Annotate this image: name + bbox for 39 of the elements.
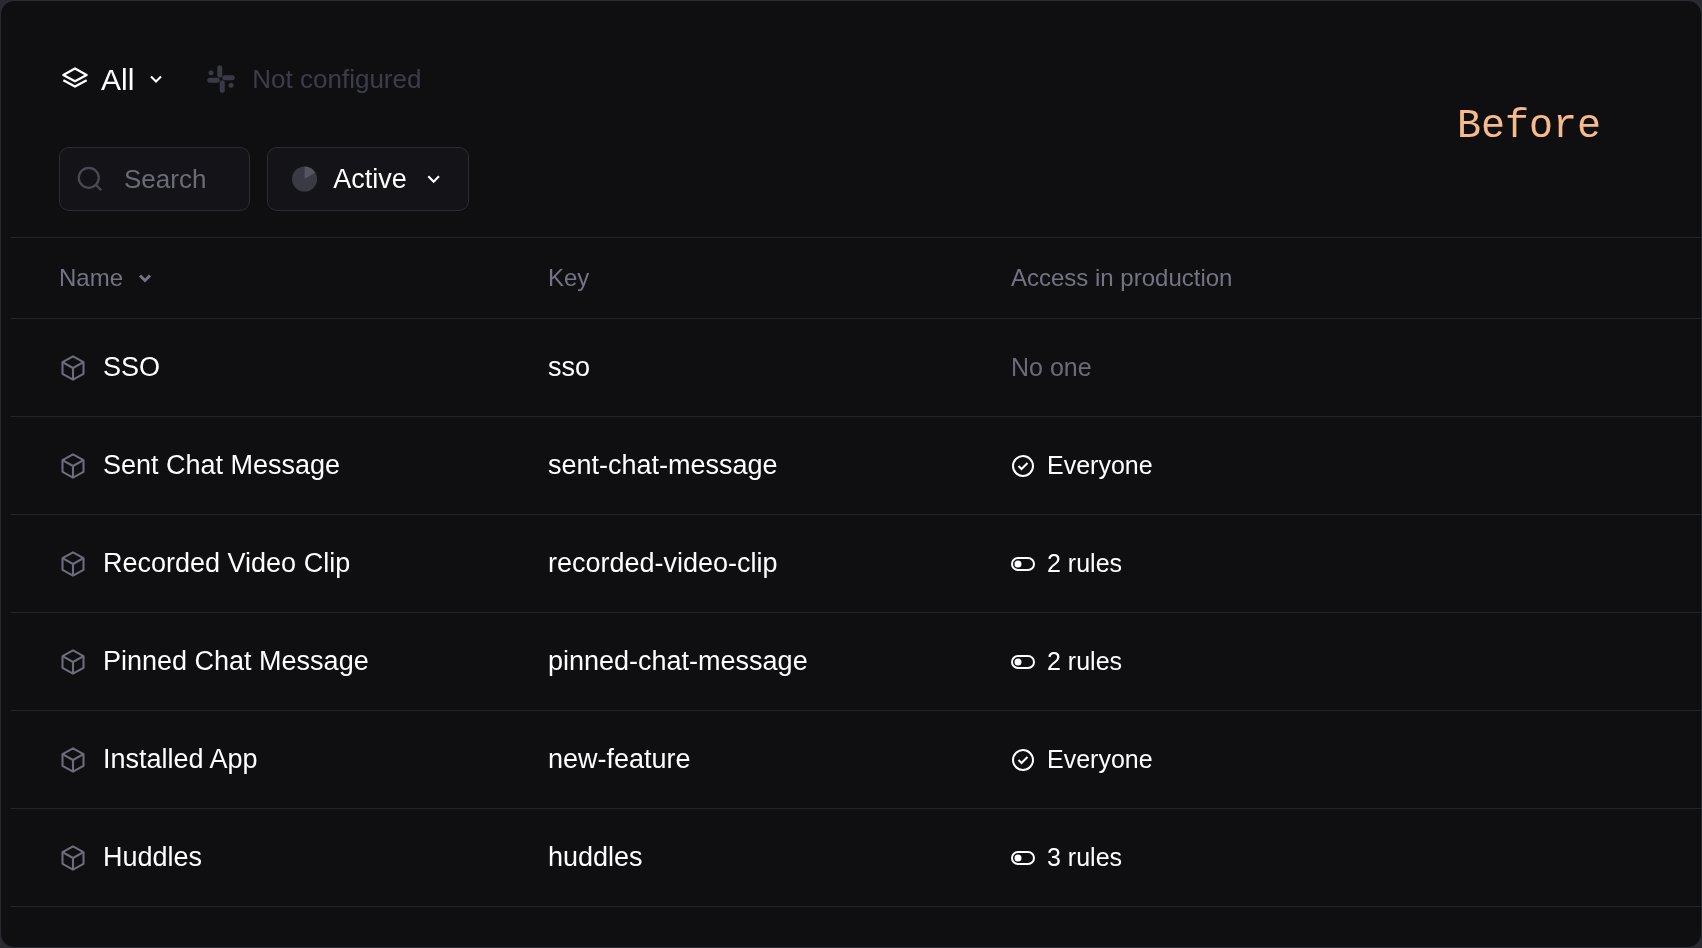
column-header[interactable]: Name xyxy=(59,260,124,296)
caption: Before xyxy=(1457,103,1602,151)
search-icon xyxy=(75,164,105,194)
cube-icon xyxy=(59,647,87,676)
feature-key: sent-chat-message xyxy=(548,450,778,481)
feature-key: huddles xyxy=(548,842,643,873)
feature-name[interactable]: Sent Chat Message xyxy=(103,445,341,486)
access-label: No one xyxy=(1011,351,1092,383)
toggle-icon xyxy=(1011,555,1035,572)
feature-name[interactable]: Installed App xyxy=(103,739,258,780)
grid-hash-icon xyxy=(206,64,237,94)
search-field[interactable]: Search xyxy=(59,147,250,211)
feature-key: pinned-chat-message xyxy=(548,646,808,677)
access-label: Everyone xyxy=(1047,449,1153,481)
cube-icon xyxy=(59,745,87,774)
cube-icon xyxy=(59,353,87,382)
scope-dropdown[interactable]: All xyxy=(61,56,167,102)
feature-key: new-feature xyxy=(548,744,691,775)
check-circle-icon xyxy=(1011,453,1035,478)
access-label: 2 rules xyxy=(1047,645,1123,677)
feature-name[interactable]: Pinned Chat Message xyxy=(103,641,369,682)
column-header[interactable]: Key xyxy=(548,260,590,296)
access-label: 2 rules xyxy=(1047,547,1123,579)
access-label: 3 rules xyxy=(1047,841,1123,873)
feature-key: sso xyxy=(548,352,591,383)
column-header[interactable]: Access in production xyxy=(1011,260,1233,296)
status-dropdown[interactable]: Active xyxy=(267,147,469,211)
pie-icon xyxy=(292,166,318,192)
feature-name[interactable]: SSO xyxy=(103,347,161,388)
feature-name[interactable]: Huddles xyxy=(103,837,203,878)
cube-icon xyxy=(59,843,87,872)
check-circle-icon xyxy=(1011,747,1035,772)
feature-name[interactable]: Recorded Video Clip xyxy=(103,543,351,584)
cube-icon xyxy=(59,549,87,578)
cube-icon xyxy=(59,451,87,480)
feature-key: recorded-video-clip xyxy=(548,548,778,579)
access-label: Everyone xyxy=(1047,743,1153,775)
toggle-icon xyxy=(1011,849,1035,866)
toggle-icon xyxy=(1011,653,1035,670)
